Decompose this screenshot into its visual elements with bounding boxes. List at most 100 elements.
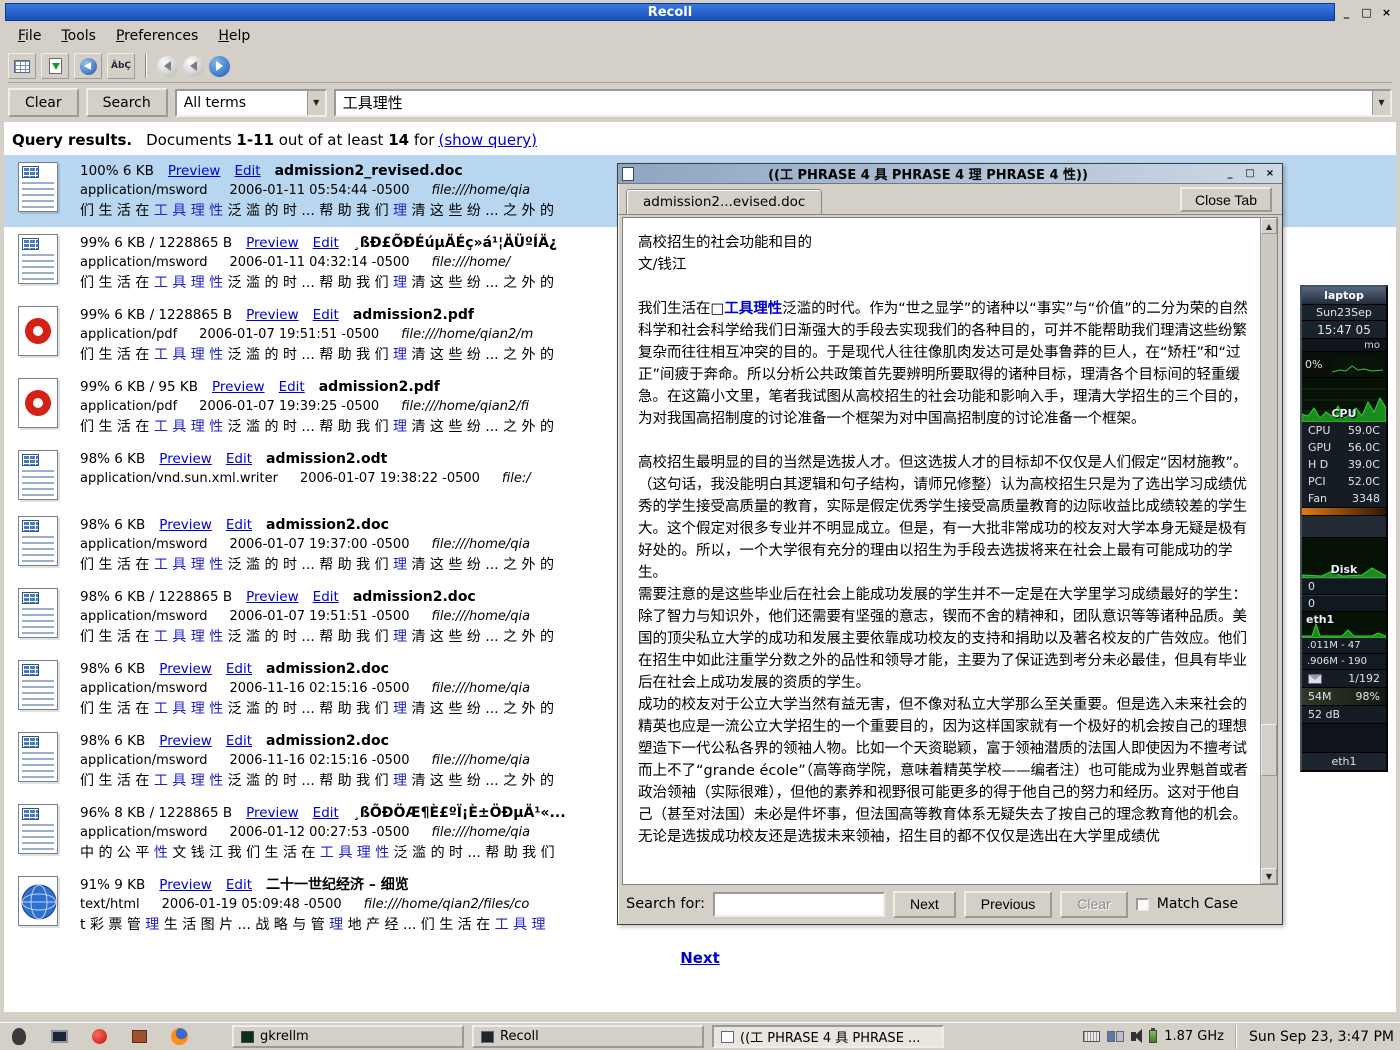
search-mode-select[interactable]: All terms ▼ xyxy=(175,89,327,117)
match-case-checkbox[interactable] xyxy=(1136,898,1149,911)
launcher-red-app-icon[interactable] xyxy=(86,1025,112,1049)
scrollbar-thumb[interactable] xyxy=(1261,724,1277,776)
result-score-size: 98% 6 KB / 1228865 B xyxy=(80,589,232,605)
preview-titlebar[interactable]: ((工 PHRASE 4 具 PHRASE 4 理 PHRASE 4 性)) _… xyxy=(618,164,1282,184)
close-tab-button[interactable]: Close Tab xyxy=(1180,187,1272,212)
search-query-combo[interactable]: ▼ xyxy=(334,89,1392,117)
result-score-size: 98% 6 KB xyxy=(80,661,145,677)
gkrellm-date: Sun23Sep xyxy=(1302,305,1386,321)
gkrellm-hostname[interactable]: laptop xyxy=(1302,287,1386,305)
edit-link[interactable]: Edit xyxy=(313,307,339,323)
doc-table-icon xyxy=(22,736,39,748)
gkrellm-window[interactable]: laptop Sun23Sep 15:47 05 mo 0% CPU CPU xyxy=(1300,285,1388,772)
preview-scrollbar[interactable]: ▲ ▼ xyxy=(1260,218,1277,884)
fan-krell-slider[interactable] xyxy=(1302,508,1386,516)
window-titlebar[interactable]: Recoll xyxy=(5,3,1335,21)
edit-link[interactable]: Edit xyxy=(226,661,252,677)
keyboard-icon[interactable] xyxy=(1083,1031,1100,1042)
doc-table-icon xyxy=(22,454,39,466)
preview-minimize-button[interactable]: _ xyxy=(1222,166,1238,181)
edit-link[interactable]: Edit xyxy=(313,235,339,251)
preview-link[interactable]: Preview xyxy=(159,877,212,893)
launcher-foot-icon[interactable] xyxy=(6,1025,32,1049)
launcher-firefox[interactable] xyxy=(166,1025,192,1049)
preview-next-button[interactable]: Next xyxy=(893,891,956,918)
menu-item[interactable]: File xyxy=(8,25,51,47)
edit-link[interactable]: Edit xyxy=(313,589,339,605)
first-page-button[interactable] xyxy=(157,56,178,77)
preview-link[interactable]: Preview xyxy=(168,163,221,179)
speaker-icon[interactable] xyxy=(1131,1032,1136,1041)
preview-clear-button[interactable]: Clear xyxy=(1060,891,1127,918)
taskbar-task-button[interactable]: Recoll xyxy=(472,1025,704,1048)
launcher-package-icon[interactable] xyxy=(126,1025,152,1049)
scroll-down-icon[interactable]: ▼ xyxy=(1261,868,1277,884)
query-detail-button[interactable] xyxy=(74,53,102,79)
sensor-row: GPU 56.0C xyxy=(1302,439,1386,456)
next-page-button[interactable] xyxy=(209,56,230,77)
maximize-button[interactable]: □ xyxy=(1358,3,1375,21)
scroll-up-icon[interactable]: ▲ xyxy=(1261,218,1277,234)
taskbar-task-button[interactable]: gkrellm xyxy=(232,1025,464,1048)
workspace-1[interactable] xyxy=(1107,1031,1115,1042)
next-results-link[interactable]: Next xyxy=(4,949,1396,967)
chevron-down-icon[interactable]: ▼ xyxy=(1372,91,1390,115)
launcher-display-icon[interactable] xyxy=(46,1025,72,1049)
edit-link[interactable]: Edit xyxy=(313,805,339,821)
preview-previous-button[interactable]: Previous xyxy=(964,891,1052,918)
result-title: admission2.doc xyxy=(266,733,389,749)
battery-icon[interactable] xyxy=(1149,1030,1157,1043)
preview-document-text[interactable]: 高校招生的社会功能和目的文/钱江我们生活在□工具理性泛滥的时代。作为“世之显学”… xyxy=(623,218,1260,884)
result-url: file:///home/qia xyxy=(431,183,530,198)
preview-paragraph: 高校招生的社会功能和目的 xyxy=(638,232,1250,254)
task-label: ((工 PHRASE 4 具 PHRASE ... xyxy=(740,1027,920,1046)
show-query-link[interactable]: (show query) xyxy=(438,131,537,149)
preview-close-button[interactable]: × xyxy=(1262,166,1278,181)
previous-page-button[interactable] xyxy=(183,56,204,77)
preview-maximize-button[interactable]: □ xyxy=(1242,166,1258,181)
mail-row[interactable]: 1/192 xyxy=(1302,670,1386,688)
result-score-size: 99% 6 KB / 1228865 B xyxy=(80,235,232,251)
preview-link[interactable]: Preview xyxy=(246,307,299,323)
preview-link[interactable]: Preview xyxy=(246,589,299,605)
preview-tab[interactable]: admission2...evised.doc xyxy=(626,189,822,214)
preview-paragraph: 需要注意的是这些毕业后在社会上能成功发展的学生并不一定是在大学里学习成绩最好的学… xyxy=(638,584,1250,694)
close-button[interactable]: × xyxy=(1378,3,1395,21)
edit-link[interactable]: Edit xyxy=(226,733,252,749)
preview-link[interactable]: Preview xyxy=(159,733,212,749)
preview-link[interactable]: Preview xyxy=(212,379,265,395)
menu-item[interactable]: Tools xyxy=(51,25,106,47)
preview-link[interactable]: Preview xyxy=(246,235,299,251)
result-url: file:///home/ xyxy=(431,255,510,270)
edit-link[interactable]: Edit xyxy=(226,877,252,893)
chevron-down-icon[interactable]: ▼ xyxy=(307,91,325,115)
preview-link[interactable]: Preview xyxy=(159,661,212,677)
result-mime: application/msword xyxy=(80,255,207,270)
menu-item[interactable]: Help xyxy=(208,25,260,47)
edit-link[interactable]: Edit xyxy=(226,451,252,467)
preview-link[interactable]: Preview xyxy=(246,805,299,821)
workspace-pager[interactable] xyxy=(1107,1031,1124,1042)
term-explorer-button[interactable]: ÂbÇ xyxy=(107,53,135,79)
preview-search-input[interactable] xyxy=(713,892,885,917)
edit-link[interactable]: Edit xyxy=(279,379,305,395)
edit-link[interactable]: Edit xyxy=(234,163,260,179)
package-icon xyxy=(132,1030,147,1043)
edit-link[interactable]: Edit xyxy=(226,517,252,533)
menu-item[interactable]: Preferences xyxy=(106,25,208,47)
search-button[interactable]: Search xyxy=(86,88,168,117)
save-query-button[interactable] xyxy=(41,53,69,79)
minimize-button[interactable]: _ xyxy=(1338,3,1355,21)
clear-search-button[interactable] xyxy=(8,53,36,79)
search-input[interactable] xyxy=(336,91,1390,115)
result-title: ¸ßÕÐÖÆ¶È£ºÏ¡È±ÖÐµÄ¹«... xyxy=(353,805,566,821)
taskbar-clock[interactable]: Sun Sep 23, 3:47 PM xyxy=(1235,1025,1394,1049)
taskbar-task-button[interactable]: ((工 PHRASE 4 具 PHRASE ... xyxy=(712,1025,944,1048)
clear-button[interactable]: Clear xyxy=(8,88,79,117)
preview-link[interactable]: Preview xyxy=(159,517,212,533)
preview-link[interactable]: Preview xyxy=(159,451,212,467)
volume-row[interactable]: 52 dB xyxy=(1302,706,1386,724)
preview-window[interactable]: ((工 PHRASE 4 具 PHRASE 4 理 PHRASE 4 性)) _… xyxy=(617,163,1283,925)
result-score-size: 98% 6 KB xyxy=(80,451,145,467)
workspace-2[interactable] xyxy=(1116,1031,1124,1042)
